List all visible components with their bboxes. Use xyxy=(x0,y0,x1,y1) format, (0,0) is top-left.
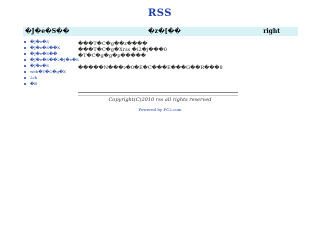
copyright-text: Copyright(C)2010 rss all rights reserved xyxy=(108,97,212,103)
nav-link-category[interactable]: �J�e�S�� xyxy=(25,28,69,35)
sidebar-category-list: �J�e�S �J�e�S��X �J�e�S�� �J�e�S��2�J�e�… xyxy=(23,39,79,87)
sidebar-link[interactable]: �B xyxy=(23,81,79,87)
content-line: �����N���ɂ�0�E�C���E���G��R���8 xyxy=(78,65,223,71)
site-title: RSS xyxy=(147,8,173,19)
main-content: ���T�C�g��z���� ���T�C�g�Xrss �i2�j���0 … xyxy=(78,41,223,71)
powered-by-link[interactable]: Powered by FC2.com xyxy=(0,107,320,112)
footer-divider xyxy=(78,92,238,96)
nav-link-home[interactable]: �z�[�� xyxy=(148,28,181,35)
nav-link-right[interactable]: right xyxy=(263,28,280,35)
nav-bar: �J�e�S�� �z�[�� right xyxy=(23,27,298,36)
